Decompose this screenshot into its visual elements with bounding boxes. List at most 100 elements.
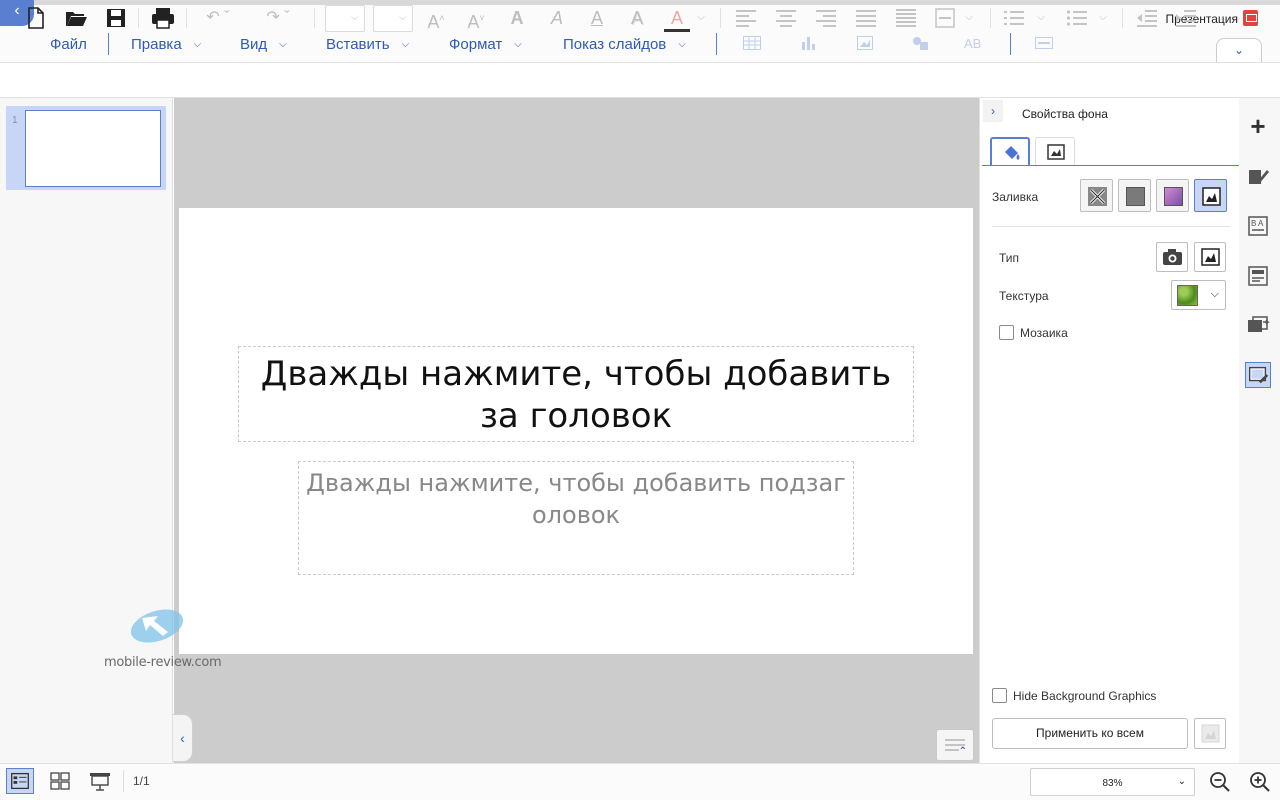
justify-icon[interactable] [855, 6, 877, 30]
save-icon[interactable] [105, 6, 127, 30]
chevron-down-icon[interactable]: ⌵ [694, 6, 708, 30]
undo-button[interactable]: ↶ ˇ [198, 6, 238, 30]
align-center-icon[interactable] [775, 6, 797, 30]
transition-icon[interactable] [1245, 312, 1271, 338]
numbered-list-icon[interactable] [1003, 6, 1025, 30]
shadow-icon[interactable]: A [625, 6, 649, 30]
menu-edit[interactable]: Правка ⌵ [131, 34, 201, 54]
increase-font-icon[interactable]: A˄ [424, 6, 448, 32]
vertical-align-icon[interactable] [934, 6, 956, 30]
menu-format[interactable]: Формат ⌵ [449, 34, 522, 54]
texture-select[interactable]: ⌵ [1171, 280, 1226, 310]
print-icon[interactable] [150, 6, 176, 30]
menu-format-label: Формат [449, 35, 503, 53]
zoom-in-icon[interactable] [1248, 770, 1272, 794]
italic-icon[interactable]: A [545, 6, 569, 30]
new-document-icon[interactable] [26, 6, 46, 30]
toolbar-divider [990, 8, 991, 28]
grid-view-icon[interactable] [46, 768, 74, 794]
svg-text:A: A [1258, 219, 1264, 228]
tab-fill[interactable] [990, 137, 1030, 166]
menu-slideshow[interactable]: Показ слайдов ⌵ [563, 34, 686, 54]
image-icon[interactable] [856, 36, 874, 50]
fill-label: Заливка [992, 190, 1039, 204]
panel-collapse-button[interactable]: › [983, 100, 1003, 122]
toolbar [0, 62, 1280, 98]
shapes-icon[interactable] [912, 36, 930, 50]
texture-label: Текстура [999, 289, 1049, 303]
type-texture-button[interactable] [1194, 242, 1226, 272]
increase-indent-icon[interactable] [1175, 6, 1197, 30]
chevron-down-icon[interactable]: ⌵ [1096, 6, 1110, 30]
underline-icon[interactable]: A [585, 6, 609, 30]
zoom-select[interactable]: 83% ⌄ [1030, 768, 1195, 796]
wordart-icon[interactable]: AB [964, 36, 988, 50]
open-folder-icon[interactable] [64, 6, 88, 30]
font-size-select[interactable]: ⌵ [373, 5, 413, 32]
ribbon-collapse-button[interactable]: ⌄ [1216, 38, 1262, 62]
hide-background-graphics-checkbox[interactable] [992, 688, 1007, 703]
fill-picture-button[interactable] [1194, 179, 1227, 212]
layout-icon[interactable] [1245, 263, 1271, 289]
align-right-icon[interactable] [815, 6, 837, 30]
fill-solid-button[interactable] [1118, 179, 1151, 212]
tab-underline [982, 165, 1239, 166]
solid-fill-icon [1126, 187, 1145, 206]
background-properties-icon[interactable] [1245, 362, 1271, 388]
picture-icon [1201, 724, 1220, 743]
type-photo-button[interactable] [1156, 242, 1188, 272]
slide-thumbnail[interactable] [25, 110, 161, 187]
chevron-down-icon: ⌄ [1177, 776, 1186, 787]
camera-icon [1163, 249, 1182, 265]
decrease-font-icon[interactable]: A˅ [464, 6, 488, 32]
decrease-indent-icon[interactable] [1136, 6, 1158, 30]
chevron-down-icon[interactable]: ⌵ [962, 6, 976, 30]
edit-pencil-icon[interactable] [1245, 164, 1271, 190]
font-color-icon[interactable]: A [664, 6, 690, 32]
thumbnails-toggle[interactable]: ‹ [173, 714, 193, 762]
toolbar-divider [720, 8, 721, 28]
menu-insert[interactable]: Вставить ⌵ [326, 34, 409, 54]
redo-button[interactable]: ↷ ˇ [258, 6, 298, 30]
menu-file-label: Файл [50, 35, 87, 53]
chevron-left-icon: ‹ [14, 2, 20, 19]
chevron-down-icon: ⌵ [678, 38, 686, 50]
fill-gradient-button[interactable] [1156, 179, 1189, 212]
chart-icon[interactable] [800, 36, 818, 50]
redo-icon: ↷ ˇ [266, 9, 290, 26]
menu-view[interactable]: Вид ⌵ [240, 34, 287, 54]
presentation-icon [1243, 10, 1258, 26]
add-icon[interactable]: + [1245, 113, 1271, 139]
menu-edit-label: Правка [131, 35, 182, 53]
textbox-icon[interactable] [1035, 36, 1053, 50]
reset-background-button[interactable] [1194, 718, 1226, 749]
font-family-select[interactable]: ⌵ [325, 5, 365, 32]
bullet-list-icon[interactable] [1066, 6, 1088, 30]
zoom-out-icon[interactable] [1208, 770, 1232, 794]
notes-button[interactable]: ⌃ [936, 729, 974, 761]
hide-background-graphics-label: Hide Background Graphics [1013, 689, 1157, 703]
menu-insert-label: Вставить [326, 35, 390, 53]
distribute-icon[interactable] [895, 6, 917, 30]
slideshow-view-icon[interactable] [86, 768, 114, 794]
normal-view-icon[interactable] [6, 768, 34, 794]
chevron-down-icon[interactable]: ⌵ [1034, 6, 1048, 30]
mosaic-checkbox[interactable] [999, 325, 1014, 340]
texture-picture-icon [1201, 248, 1220, 266]
title-placeholder[interactable]: Дважды нажмите, чтобы добавить за голово… [238, 346, 914, 442]
picture-fill-icon [1202, 187, 1221, 206]
panel-title: Свойства фона [1022, 107, 1108, 121]
bold-icon[interactable]: A [505, 6, 529, 30]
menu-file[interactable]: Файл [50, 34, 87, 54]
chevron-down-icon: ⌵ [351, 12, 358, 22]
align-left-icon[interactable] [735, 6, 757, 30]
table-icon[interactable] [743, 36, 761, 50]
chevron-down-icon: ⌵ [399, 12, 406, 22]
tab-picture[interactable] [1035, 137, 1075, 166]
fill-none-button[interactable] [1080, 179, 1113, 212]
chevron-right-icon: › [991, 104, 995, 118]
apply-to-all-button[interactable]: Применить ко всем [992, 718, 1188, 749]
subtitle-placeholder[interactable]: Дважды нажмите, чтобы добавить подзаг ол… [298, 461, 854, 575]
texture-swatch [1177, 285, 1198, 306]
text-format-icon[interactable]: BA [1245, 213, 1271, 239]
